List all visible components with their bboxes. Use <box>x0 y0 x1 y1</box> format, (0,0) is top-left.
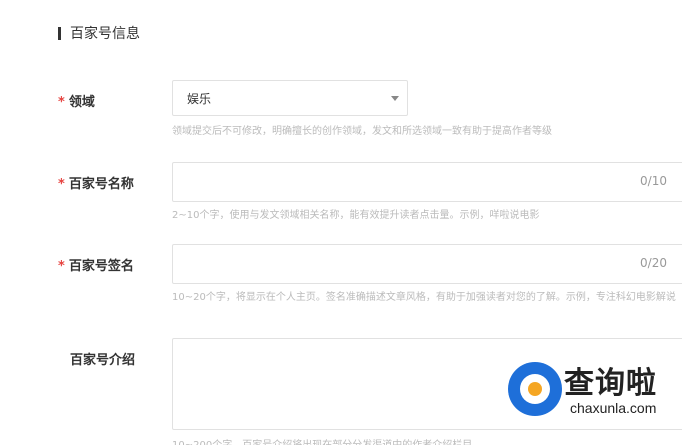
watermark: 查询啦 chaxunla.com <box>508 356 682 422</box>
name-input[interactable]: 0/10 <box>172 162 682 202</box>
domain-select-value: 娱乐 <box>187 91 212 106</box>
domain-label-text: 领域 <box>68 95 95 110</box>
required-mark: * <box>58 95 65 110</box>
signature-input[interactable]: 0/20 <box>172 244 682 284</box>
name-hint: 2~10个字，使用与发文领域相关名称，能有效提升读者点击量。示例，咩啦说电影 <box>172 210 540 221</box>
required-mark: * <box>58 259 65 274</box>
section-bar <box>58 26 61 40</box>
domain-hint: 领域提交后不可修改，明确擅长的创作领域，发文和所选领域一致有助于提高作者等级 <box>172 126 552 137</box>
domain-select[interactable]: 娱乐 <box>172 80 408 116</box>
watermark-title: 查询啦 <box>564 366 657 401</box>
watermark-url: chaxunla.com <box>570 400 657 416</box>
signature-counter: 0/20 <box>640 256 667 270</box>
signature-label-text: 百家号签名 <box>68 259 134 274</box>
intro-label-text: 百家号介绍 <box>70 353 136 368</box>
intro-hint: 10~200个字，百家号介绍将出现在部分分发渠道中的作者介绍栏目 <box>172 436 472 445</box>
search-logo-icon <box>508 362 562 416</box>
required-mark: * <box>58 177 65 192</box>
name-label: * 百家号名称 <box>58 173 134 192</box>
name-label-text: 百家号名称 <box>68 177 134 192</box>
intro-label: 百家号介绍 <box>58 349 135 368</box>
chevron-down-icon <box>391 96 399 101</box>
signature-label: * 百家号签名 <box>58 255 134 274</box>
section-title: 百家号信息 <box>70 26 140 42</box>
name-counter: 0/10 <box>640 174 667 188</box>
domain-label: * 领域 <box>58 91 95 110</box>
section-header: 百家号信息 <box>58 24 140 42</box>
signature-hint: 10~20个字，将显示在个人主页。签名准确描述文章风格，有助于加强读者对您的了解… <box>172 292 676 303</box>
